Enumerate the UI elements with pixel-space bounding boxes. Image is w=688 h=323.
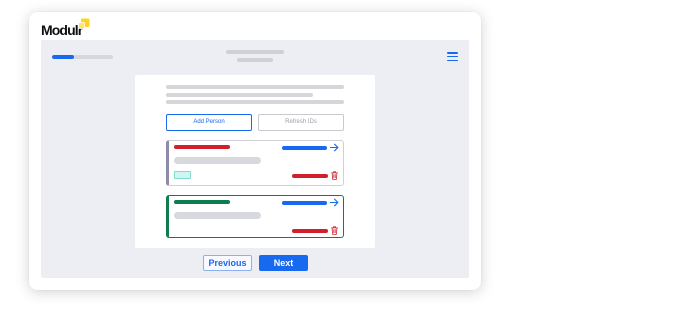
delete-person-button[interactable] [292, 226, 338, 235]
hamburger-menu-icon [447, 52, 458, 61]
intro-text-line [166, 85, 344, 89]
delete-text-placeholder [292, 174, 328, 178]
person-name-placeholder [174, 200, 230, 204]
view-person-link[interactable] [282, 198, 339, 207]
arrow-right-icon [330, 143, 339, 152]
menu-button[interactable] [447, 52, 458, 61]
view-person-link[interactable] [282, 143, 339, 152]
trash-icon [331, 226, 338, 235]
person-detail-placeholder [174, 157, 261, 164]
person-card [166, 140, 344, 186]
person-detail-placeholder [174, 212, 261, 219]
content-card: Add Person Refresh IDs [135, 75, 375, 248]
delete-text-placeholder [292, 229, 328, 233]
delete-person-button[interactable] [292, 171, 338, 180]
person-name-placeholder [174, 145, 230, 149]
link-text-placeholder [282, 201, 327, 205]
trash-icon [331, 171, 338, 180]
person-card [166, 195, 344, 238]
menu-icon-bar [447, 55, 458, 58]
intro-text-line [166, 100, 344, 104]
previous-button[interactable]: Previous [203, 255, 252, 271]
refresh-ids-button[interactable]: Refresh IDs [258, 114, 344, 131]
menu-icon-bar [447, 59, 458, 61]
header-subtitle-placeholder [237, 58, 273, 62]
app-window: Modulr Add Person Refresh IDs Previous N… [29, 12, 481, 290]
add-person-button[interactable]: Add Person [166, 114, 252, 131]
modulr-logo-icon [78, 18, 90, 30]
menu-icon-bar [447, 52, 458, 54]
arrow-right-icon [330, 198, 339, 207]
progress-bar [52, 55, 113, 59]
brand-name: Modulr [41, 22, 83, 38]
link-text-placeholder [282, 146, 327, 150]
intro-text-line [166, 93, 313, 97]
id-tag [174, 171, 191, 179]
progress-fill [52, 55, 74, 59]
next-button[interactable]: Next [259, 255, 308, 271]
app-panel: Add Person Refresh IDs Previous Next [41, 40, 469, 278]
header-title-placeholder [226, 50, 284, 54]
